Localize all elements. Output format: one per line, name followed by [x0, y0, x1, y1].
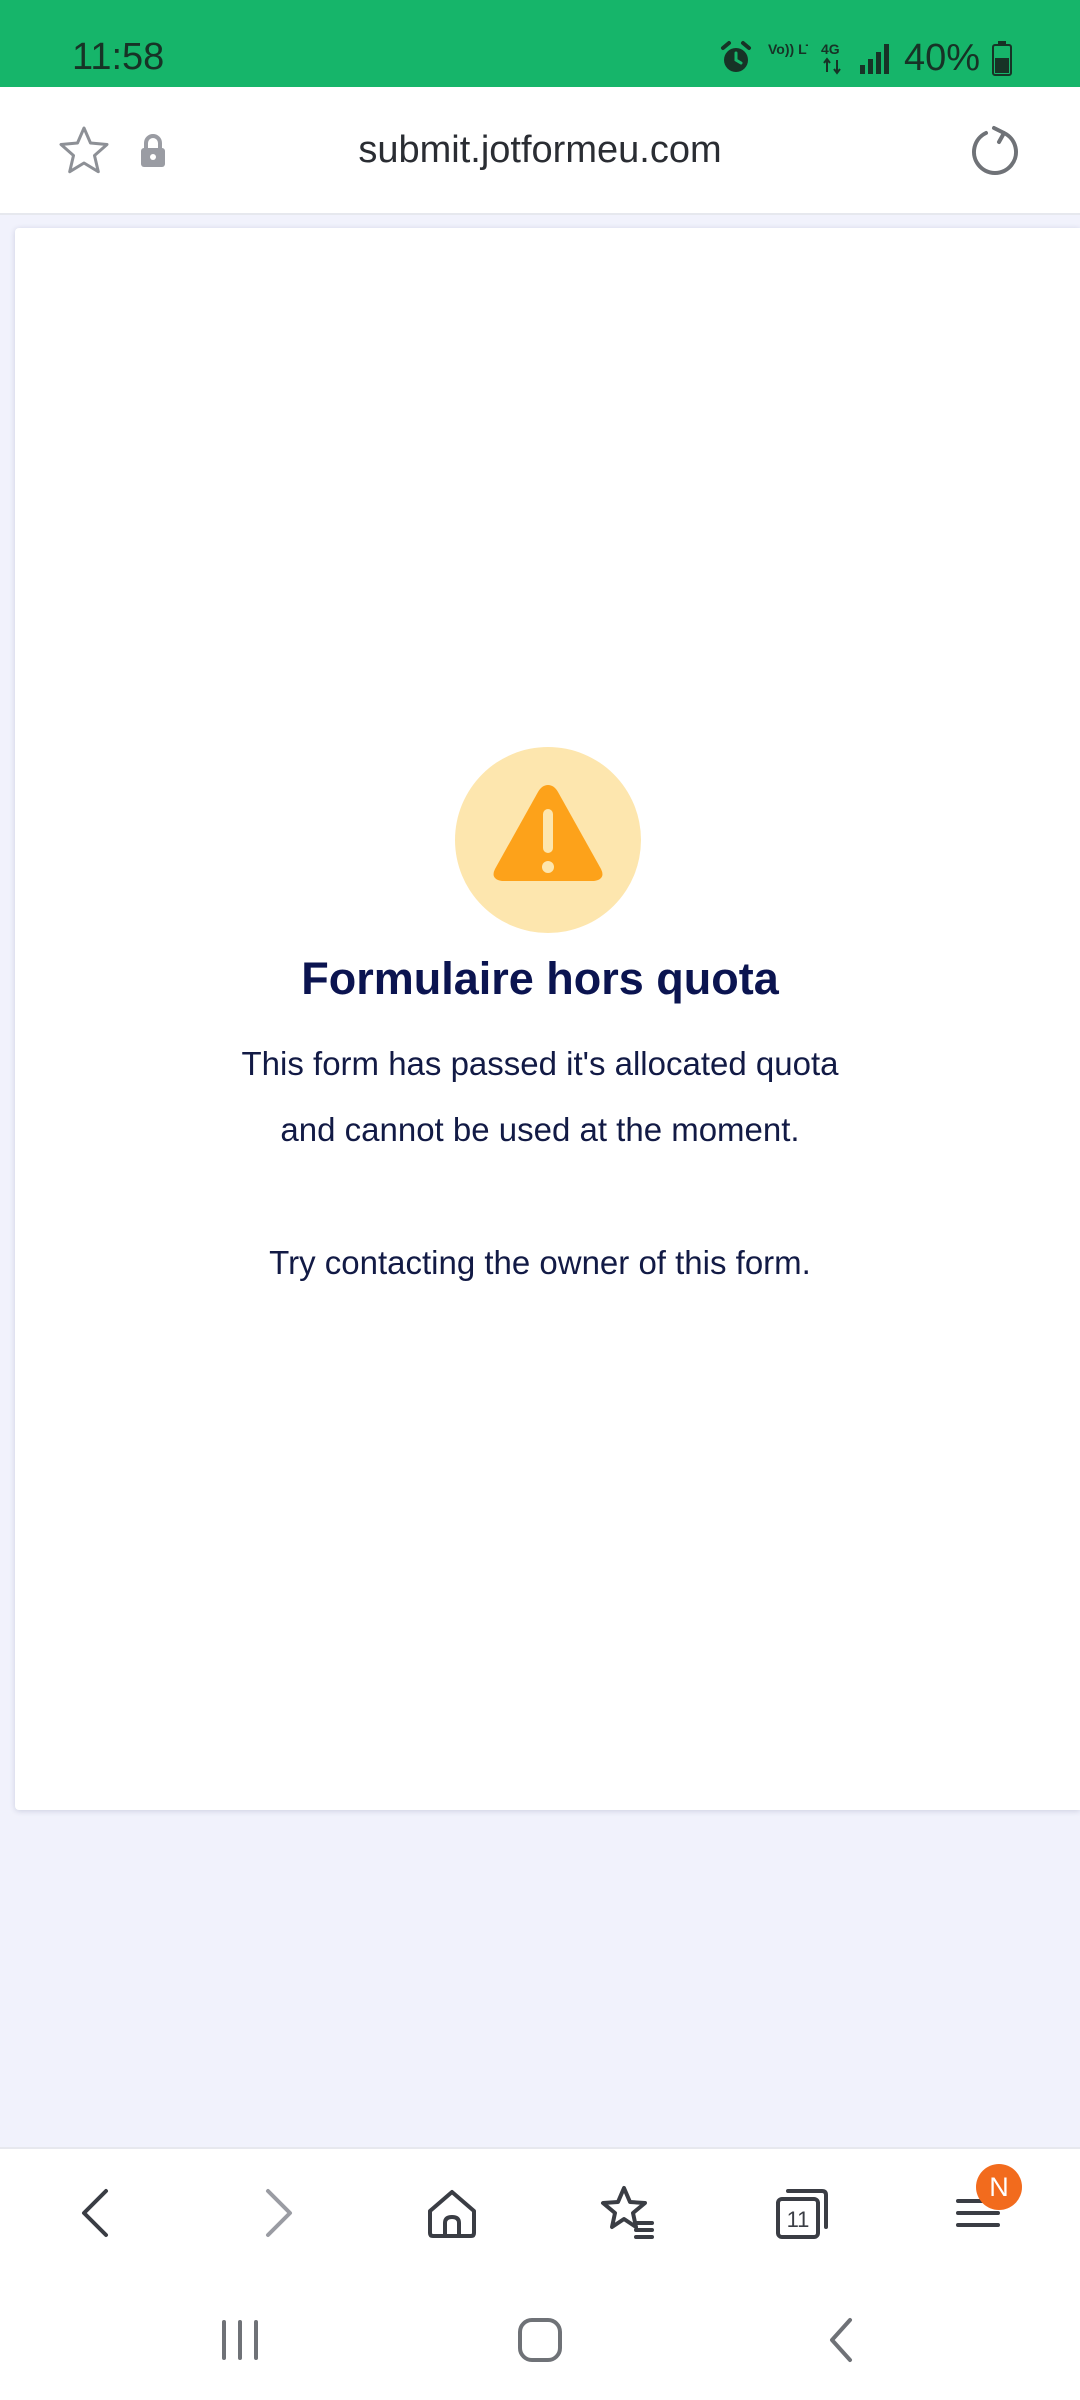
volte-icon: Vo)) LTE1 — [766, 40, 808, 76]
alarm-icon — [718, 40, 754, 76]
status-bar: 11:58 Vo)) LTE1 4G — [0, 0, 1080, 87]
status-time: 11:58 — [72, 36, 165, 78]
message-line-1: This form has passed it's allocated quot… — [241, 1045, 839, 1082]
url-field[interactable]: submit.jotformeu.com — [0, 87, 1080, 213]
svg-text:Vo)) LTE1: Vo)) LTE1 — [768, 41, 808, 57]
warning-icon — [493, 785, 603, 881]
message-line-3: Try contacting the owner of this form. — [269, 1244, 811, 1281]
back-icon[interactable] — [66, 2181, 130, 2245]
menu-notification-badge: N — [976, 2164, 1022, 2210]
system-nav-bar — [0, 2272, 1080, 2400]
message-line-2: and cannot be used at the moment. — [280, 1111, 800, 1148]
forward-icon[interactable] — [244, 2181, 308, 2245]
home-button-icon[interactable] — [510, 2310, 570, 2370]
reload-icon[interactable] — [968, 125, 1022, 179]
tabs-icon[interactable]: 11 — [770, 2181, 834, 2245]
bookmarks-icon[interactable] — [596, 2181, 660, 2245]
battery-percentage: 40% — [903, 37, 980, 79]
system-back-icon[interactable] — [812, 2310, 872, 2370]
svg-text:4G: 4G — [821, 41, 840, 57]
page-title: Formulaire hors quota — [301, 953, 779, 1004]
home-icon[interactable] — [420, 2181, 484, 2245]
recents-icon[interactable] — [210, 2310, 270, 2370]
warning-badge — [455, 747, 641, 933]
4g-icon: 4G — [820, 40, 846, 76]
status-icons: Vo)) LTE1 4G 40% — [718, 38, 1012, 78]
page-content-card — [15, 228, 1080, 1810]
battery-icon — [992, 40, 1012, 76]
address-bar: submit.jotformeu.com — [0, 87, 1080, 215]
svg-text:11: 11 — [787, 2207, 810, 2232]
browser-bottom-nav: 11 — [0, 2147, 1080, 2274]
signal-icon — [858, 41, 892, 75]
